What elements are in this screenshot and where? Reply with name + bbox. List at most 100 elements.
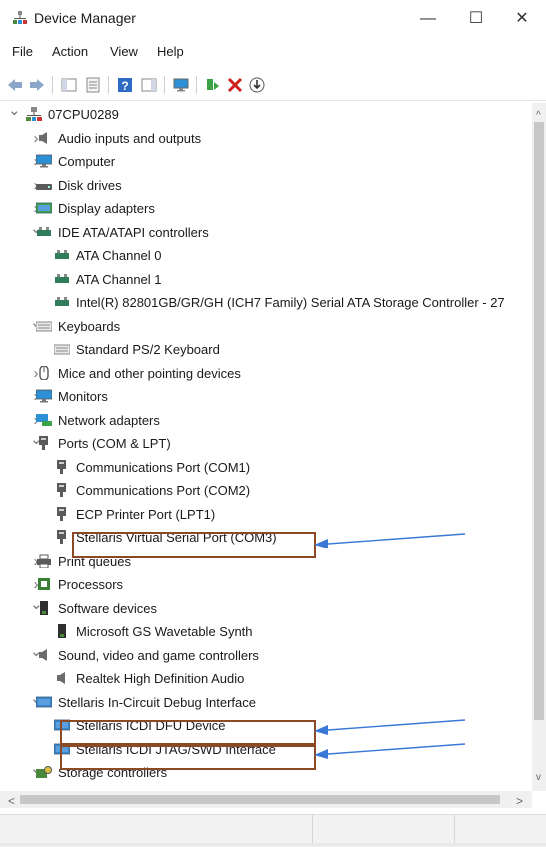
window-title: Device Manager [34,10,136,26]
menu-help[interactable]: Help [157,44,184,59]
tree-row[interactable]: ⌄Stellaris In-Circuit Debug Interface [0,690,532,714]
show-hide-console-icon[interactable] [60,76,78,94]
tree-item-label: ECP Printer Port (LPT1) [76,506,216,522]
processor-icon [38,578,50,590]
collapse-chevron-icon[interactable]: ⌄ [8,103,21,122]
annotation-arrow [314,533,466,548]
display-adapter-icon [36,696,52,707]
tree-row[interactable]: ›Monitors [0,385,532,408]
keyboard-icon [36,321,52,331]
tree-row[interactable]: ›Disk drives [0,174,532,197]
tree-row[interactable]: › Processors [0,573,532,596]
title-bar: Device Manager — ☐ ✕ [0,0,546,38]
mouse-icon [39,365,49,380]
menu-bar: File Action View Help [0,40,546,64]
uninstall-icon[interactable] [226,76,244,94]
disk-icon [36,183,52,190]
tree-row[interactable]: Intel(R) 82801GB/GR/GH (ICH7 Family) Ser… [0,291,532,314]
tree-item-label: ATA Channel 1 [76,271,162,287]
computer-icon [26,107,42,121]
tree-item-label: 07CPU0289 [48,107,119,122]
scroll-right-arrow-icon[interactable]: > [516,794,523,808]
tree-row[interactable]: Realtek High Definition Audio [0,667,532,690]
menu-view[interactable]: View [110,44,138,59]
update-driver-icon[interactable] [204,76,222,94]
port-icon [57,459,66,474]
vertical-scroll-thumb[interactable] [534,122,544,720]
device-tree[interactable]: ⌄ 07CPU0289 ›Audio inputs and outputs›Comp… [0,103,532,791]
tree-row[interactable]: › Audio inputs and outputs [0,127,532,150]
tree-item-label: Audio inputs and outputs [58,130,202,146]
printer-icon [37,554,51,568]
tree-row[interactable]: › Mice and other pointing devices [0,362,532,385]
tree-row[interactable]: ⌄ Sound, video and game controllers [0,643,532,667]
back-arrow-icon[interactable] [6,76,24,94]
tree-row[interactable]: ECP Printer Port (LPT1) [0,503,532,526]
ide-controller-icon [55,297,69,306]
scan-hardware-icon[interactable] [248,76,266,94]
tree-row[interactable]: Microsoft GS Wavetable Synth [0,620,532,643]
scroll-down-arrow-icon[interactable]: v [536,772,541,783]
highlight-box-jtag [60,745,316,770]
tree-row[interactable]: Communications Port (COM2) [0,479,532,502]
ide-controller-icon [37,226,51,236]
menu-action[interactable]: Action [52,44,88,59]
svg-text:?: ? [121,79,128,93]
tree-row[interactable]: Standard PS/2 Keyboard [0,338,532,361]
close-button[interactable]: ✕ [504,6,540,32]
action-pane-icon[interactable] [140,76,158,94]
tree-item-label: Microsoft GS Wavetable Synth [76,624,253,639]
tree-item-label: Realtek High Definition Audio [76,671,245,686]
forward-arrow-icon[interactable] [28,76,46,94]
maximize-button[interactable]: ☐ [458,6,494,32]
tree-row[interactable]: ⌄ 07CPU0289 [0,103,532,126]
tree-item-label: IDE ATA/ATAPI controllers [58,224,209,240]
tree-row[interactable]: ›Network adapters [0,409,532,432]
ide-controller-icon [55,250,69,259]
tree-item-label: Computer [58,154,116,169]
tree-row[interactable]: ⌄ IDE ATA/ATAPI controllers [0,220,532,244]
tree-item-label: Sound, video and game controllers [58,647,259,663]
scroll-left-arrow-icon[interactable]: < [8,794,15,808]
tree-row[interactable]: ⌄ Software devices [0,596,532,620]
toolbar-separator [52,76,53,94]
tree-row[interactable]: ›Computer [0,150,532,173]
tree-row[interactable]: ⌄ Ports (COM & LPT) [0,431,532,455]
tree-item-label: Keyboards [58,318,121,334]
display-adapter-icon [36,202,52,214]
tree-item-label: Disk drives [58,177,122,193]
tree-row[interactable]: ›Display adapters [0,197,532,220]
speaker-icon [39,648,47,661]
menu-file[interactable]: File [12,44,33,59]
port-icon [57,530,66,544]
status-divider [454,815,455,846]
scroll-up-arrow-icon[interactable]: ^ [536,110,541,121]
toolbar-separator [108,76,109,94]
monitor-icon [36,154,52,168]
tree-item-label: Ports (COM & LPT) [58,436,171,451]
minimize-button[interactable]: — [410,6,446,32]
tree-item-label: Display adapters [58,201,155,216]
keyboard-icon [54,344,70,355]
properties-icon[interactable] [84,76,102,94]
tree-item-label: Processors [58,577,124,592]
speaker-icon [57,672,65,684]
tree-item-label: Standard PS/2 Keyboard [76,342,220,357]
tree-row[interactable]: Communications Port (COM1) [0,456,532,479]
monitor-icon[interactable] [172,76,190,94]
tree-row[interactable]: ATA Channel 1 [0,268,532,291]
highlight-box-dfu [60,720,316,745]
help-icon[interactable]: ? [116,76,134,94]
tree-item-label: Network adapters [58,412,160,428]
tree-item-label: Mice and other pointing devices [58,365,241,381]
horizontal-scroll-thumb[interactable] [20,795,500,804]
software-device-icon [58,624,66,638]
tree-item-label: ATA Channel 0 [76,248,162,263]
port-icon [57,506,66,521]
tree-row[interactable]: ATA Channel 0 [0,244,532,267]
highlight-box-com3 [72,532,316,558]
toolbar-separator [196,76,197,94]
tree-item-label: Monitors [58,389,108,404]
tree-row[interactable]: ⌄Keyboards [0,314,532,338]
tree-item-label: Intel(R) 82801GB/GR/GH (ICH7 Family) Ser… [76,295,505,310]
